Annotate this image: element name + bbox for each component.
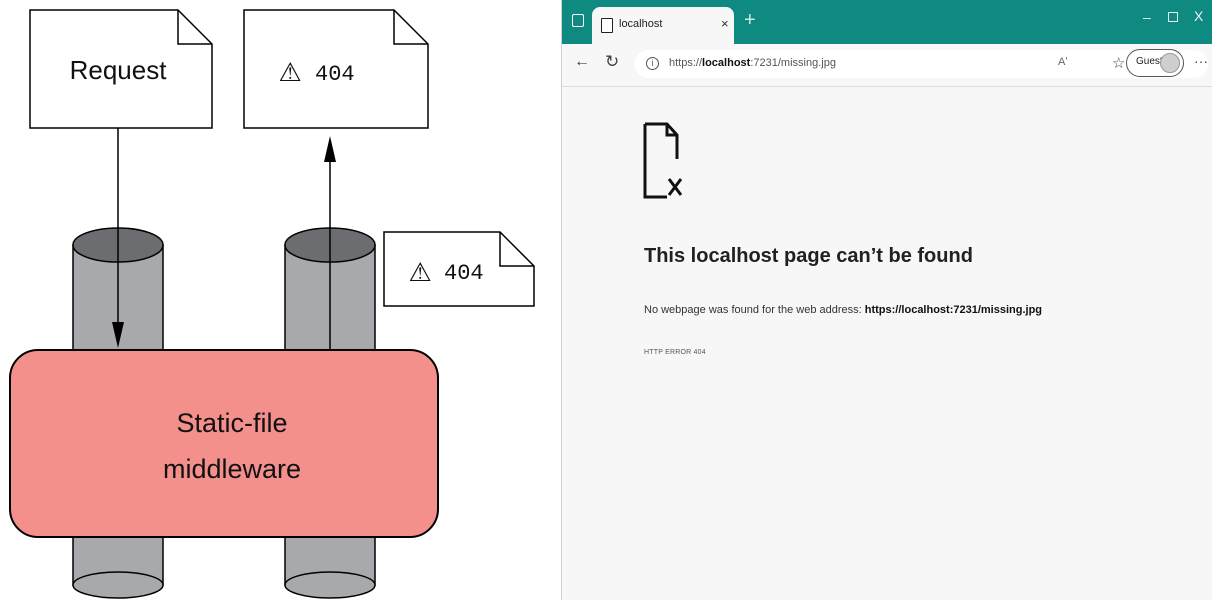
middleware-label-line2: middleware (163, 454, 301, 484)
url-text[interactable]: https://localhost:7231/missing.jpg (669, 57, 836, 69)
tab-close-button[interactable]: × (721, 16, 729, 31)
more-menu-icon[interactable]: ··· (1194, 53, 1208, 69)
avatar-icon (1160, 53, 1180, 73)
back-arrow-icon[interactable]: ← (574, 53, 590, 71)
warning-icon: ⚠ (278, 58, 301, 88)
response-status-label: 404 (315, 62, 355, 87)
error-code: HTTP ERROR 404 (644, 349, 706, 356)
read-aloud-icon[interactable]: Aʹ (1058, 56, 1067, 68)
middleware-label-line1: Static-file (176, 408, 287, 438)
profile-button[interactable]: Guest (1126, 49, 1184, 77)
error-title: This localhost page can’t be found (644, 245, 973, 267)
error-description-text: No webpage was found for the web address… (644, 304, 862, 316)
close-window-button[interactable]: X (1194, 8, 1203, 24)
request-document: Request (29, 9, 213, 129)
refresh-icon[interactable]: ↻ (605, 52, 619, 72)
generated-response-document: ⚠ 404 (383, 231, 535, 307)
address-bar[interactable]: i https://localhost:7231/missing.jpg Aʹ … (634, 49, 1208, 78)
tab-localhost[interactable]: localhost × (592, 7, 734, 44)
broken-file-icon (643, 122, 682, 199)
warning-icon: ⚠ (408, 258, 431, 288)
favorites-icon[interactable]: ☆ (1112, 54, 1125, 72)
static-file-middleware-box (9, 349, 439, 538)
tab-actions-icon[interactable] (572, 14, 584, 27)
browser-window: localhost × + – X ← ↻ i https://localhos… (561, 0, 1212, 600)
middleware-diagram: Static-file middleware Request ⚠ 404 ⚠ 4… (9, 9, 535, 599)
error-url: https://localhost:7231/missing.jpg (864, 304, 1043, 316)
tab-title: localhost (619, 18, 663, 30)
minimize-button[interactable]: – (1143, 9, 1151, 25)
navigation-toolbar: ← ↻ i https://localhost:7231/missing.jpg… (562, 44, 1212, 87)
error-page: This localhost page can’t be found No we… (562, 87, 1212, 600)
title-bar: localhost × + – X (562, 0, 1212, 44)
profile-label: Guest (1136, 56, 1163, 67)
request-label: Request (70, 55, 168, 85)
new-tab-button[interactable]: + (744, 10, 756, 30)
page-favicon (601, 18, 613, 33)
error-description: No webpage was found for the web address… (644, 304, 1042, 316)
maximize-button[interactable] (1168, 12, 1178, 22)
info-icon[interactable]: i (646, 57, 659, 70)
generated-status-label: 404 (444, 261, 484, 286)
response-document: ⚠ 404 (243, 9, 429, 129)
